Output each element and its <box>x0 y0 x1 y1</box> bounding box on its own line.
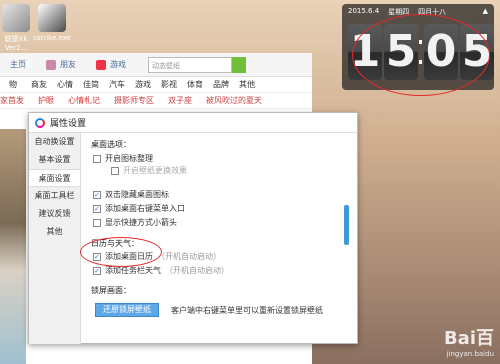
dialog-scrollbar-thumb[interactable] <box>344 205 349 245</box>
cstrike-icon <box>38 4 66 32</box>
featured-item[interactable]: 双子座 <box>168 95 192 106</box>
game-app-icon <box>2 4 30 32</box>
restore-lockscreen-button[interactable]: 还原锁屏壁纸 <box>95 303 159 317</box>
checkbox[interactable] <box>93 154 101 163</box>
desktop-icon-cstrike[interactable]: cstrike.exe <box>30 4 74 42</box>
property-settings-dialog: 属性设置 自动换设置 基本设置 桌面设置 桌面工具栏 建议反馈 其他 桌面选项：… <box>28 112 358 344</box>
tab-friends[interactable]: 朋友 <box>36 53 86 77</box>
nav-item[interactable]: 其他 <box>234 79 260 90</box>
option-label: 添加桌面右键菜单入口 <box>105 204 185 213</box>
sidebar-item-toolbar[interactable]: 桌面工具栏 <box>29 187 80 205</box>
option-double-click-hide[interactable]: ✓ 双击隐藏桌面图标 <box>93 189 169 200</box>
option-hint: （开机自动启动） <box>165 266 229 275</box>
search-icon[interactable] <box>232 56 246 73</box>
checkbox-checked[interactable]: ✓ <box>93 266 101 275</box>
nav-item[interactable]: 品牌 <box>208 79 234 90</box>
nav-item[interactable]: 影视 <box>156 79 182 90</box>
nav-item[interactable]: 商友 <box>26 79 52 90</box>
section-desktop-options: 桌面选项： <box>91 140 131 149</box>
sidebar-item-desktop[interactable]: 桌面设置 <box>29 169 80 187</box>
tab-home[interactable]: 主页 <box>0 53 36 77</box>
desktop-icon-label: cstrike.exe <box>33 34 71 42</box>
nav-item[interactable]: 体育 <box>182 79 208 90</box>
option-hint: （开机自动启动） <box>157 252 221 261</box>
dialog-title: 属性设置 <box>50 119 87 129</box>
watermark-sub: jingyan.baidu <box>446 350 494 358</box>
app-logo-icon <box>35 117 45 128</box>
highlight-ellipse <box>80 237 162 267</box>
nav-item[interactable]: 游戏 <box>130 79 156 90</box>
nav-item[interactable]: 佳简 <box>78 79 104 90</box>
tab-label: 游戏 <box>110 60 126 69</box>
search-input[interactable]: 动态壁纸 <box>148 56 232 73</box>
option-label: 双击隐藏桌面图标 <box>105 190 169 199</box>
tab-label: 朋友 <box>60 60 76 69</box>
sidebar-item-auto-change[interactable]: 自动换设置 <box>29 133 80 151</box>
wallpaper-thumbnails[interactable] <box>0 129 26 364</box>
option-icon-effect[interactable]: 开启壁纸更换效果 <box>111 165 187 176</box>
sidebar-item-other[interactable]: 其他 <box>29 223 80 241</box>
featured-nav: 家首发 护眼 心情札记 摄影师专区 双子座 被风吹过的夏天 <box>0 93 312 109</box>
option-label: 显示快捷方式小箭头 <box>105 218 177 227</box>
collapse-arrow-icon[interactable]: ▲ <box>483 7 488 15</box>
dialog-titlebar: 属性设置 <box>29 113 357 133</box>
friends-icon <box>46 59 56 70</box>
restore-note: 客户端中右键菜单里可以重新设置锁屏壁纸 <box>171 306 323 315</box>
highlight-ellipse <box>352 14 490 96</box>
settings-sidebar: 自动换设置 基本设置 桌面设置 桌面工具栏 建议反馈 其他 <box>29 133 81 344</box>
nav-item[interactable]: 物 <box>0 79 26 90</box>
games-icon <box>96 59 106 70</box>
option-label: 开启图标整理 <box>105 154 153 163</box>
option-shortcut-arrow[interactable]: 显示快捷方式小箭头 <box>93 217 177 228</box>
category-nav: 物 商友 心情 佳简 汽车 游戏 影视 体育 品牌 其他 <box>0 77 312 93</box>
nav-item[interactable]: 汽车 <box>104 79 130 90</box>
option-right-click-menu[interactable]: ✓ 添加桌面右键菜单入口 <box>93 203 185 214</box>
checkbox[interactable] <box>93 218 101 227</box>
clock-date: 2015.6.4 <box>348 7 380 15</box>
tab-label: 主页 <box>10 60 26 69</box>
baidu-watermark: Bai百 jingyan.baidu <box>444 324 494 358</box>
checkbox-checked[interactable]: ✓ <box>93 204 101 213</box>
checkbox[interactable] <box>111 166 119 175</box>
featured-item[interactable]: 家首发 <box>0 95 24 106</box>
tab-games[interactable]: 游戏 <box>86 53 136 77</box>
browser-tabs: 主页 朋友 游戏 动态壁纸 <box>0 53 312 77</box>
watermark-brand: Bai百 <box>443 328 494 349</box>
featured-item[interactable]: 被风吹过的夏天 <box>206 95 262 106</box>
checkbox-checked[interactable]: ✓ <box>93 190 101 199</box>
featured-item[interactable]: 摄影师专区 <box>114 95 154 106</box>
featured-item[interactable]: 护眼 <box>38 95 54 106</box>
option-label: 开启壁纸更换效果 <box>123 166 187 175</box>
featured-item[interactable]: 心情札记 <box>68 95 100 106</box>
option-icon-arrange[interactable]: 开启图标整理 <box>93 153 153 164</box>
section-lock-screen: 锁屏画面： <box>91 286 131 295</box>
sidebar-item-basic[interactable]: 基本设置 <box>29 151 80 169</box>
nav-item[interactable]: 心情 <box>52 79 78 90</box>
sidebar-item-feedback[interactable]: 建议反馈 <box>29 205 80 223</box>
